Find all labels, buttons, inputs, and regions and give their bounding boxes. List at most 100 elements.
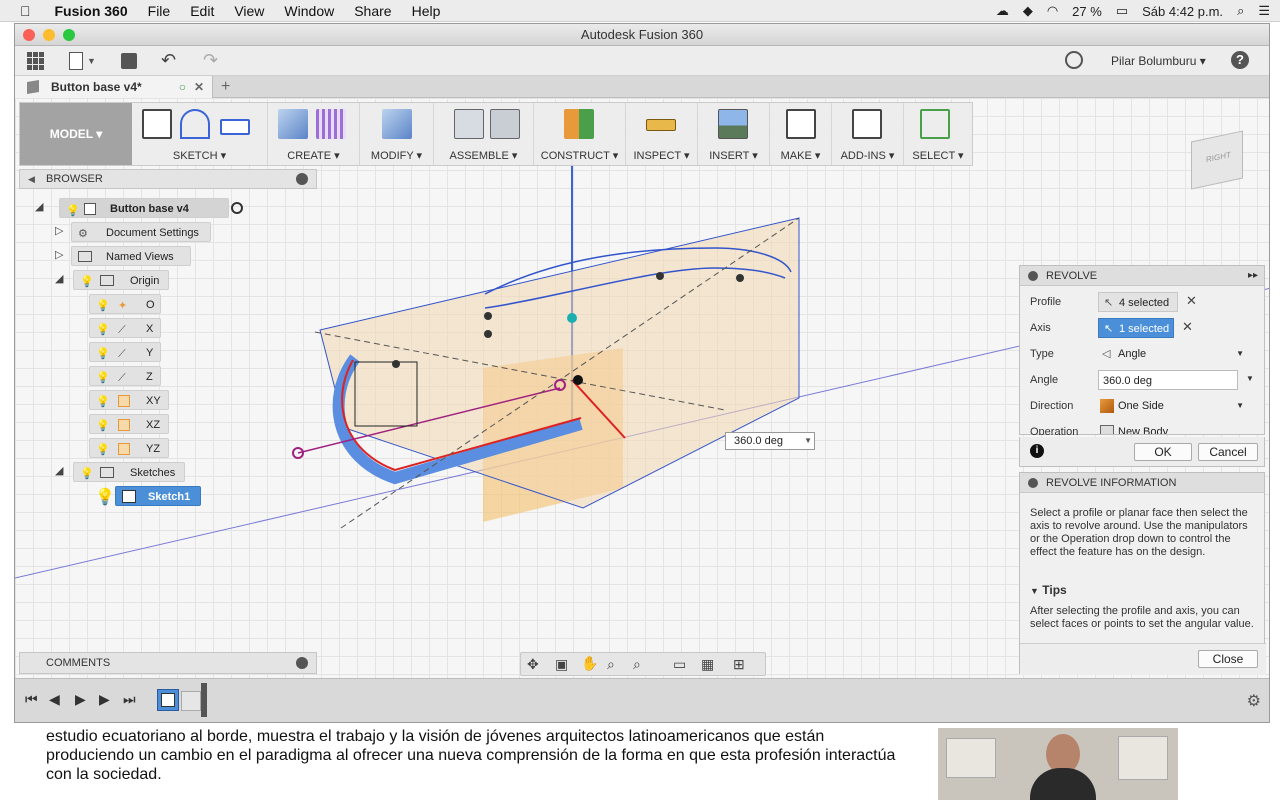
- tips-collapse-icon[interactable]: ▼: [1030, 586, 1039, 596]
- new-tab-icon[interactable]: +: [221, 76, 230, 98]
- offset-plane-icon[interactable]: [564, 109, 594, 139]
- minimize-window-button[interactable]: [43, 29, 55, 41]
- timeline-play-icon[interactable]: ▶: [75, 691, 86, 708]
- addins-group[interactable]: ADD-INS ▾: [832, 103, 904, 165]
- assemble-menu-label[interactable]: ASSEMBLE ▾: [434, 149, 533, 162]
- visibility-bulb-icon[interactable]: 💡: [66, 201, 80, 221]
- menu-window[interactable]: Window: [274, 3, 344, 19]
- create-sketch-icon[interactable]: [142, 109, 172, 139]
- workspace-switcher[interactable]: MODEL ▾: [20, 103, 132, 165]
- visibility-bulb-icon[interactable]: 💡: [96, 368, 110, 388]
- pan-hand-icon[interactable]: ✋: [581, 655, 598, 672]
- collapse-browser-icon[interactable]: ◀: [28, 170, 35, 188]
- yz-plane-node[interactable]: 💡 YZ: [89, 438, 169, 458]
- attached-canvas-icon[interactable]: [718, 109, 748, 139]
- orbit-icon[interactable]: ✥: [527, 656, 539, 673]
- expand-document-settings-icon[interactable]: ▷: [55, 224, 63, 237]
- undo-icon[interactable]: ↶: [161, 50, 176, 71]
- make-menu-label[interactable]: MAKE ▾: [770, 149, 831, 162]
- visibility-bulb-icon[interactable]: 💡: [96, 440, 110, 460]
- user-account-menu[interactable]: Pilar Bolumburu ▾: [1111, 54, 1206, 68]
- timeline-step-forward-icon[interactable]: ▶: [99, 691, 110, 708]
- tips-heading[interactable]: ▼ Tips: [1030, 583, 1067, 597]
- new-component-icon[interactable]: [454, 109, 484, 139]
- menu-edit[interactable]: Edit: [180, 3, 224, 19]
- timeline-go-end-icon[interactable]: ⏭: [123, 691, 136, 708]
- timeline-go-start-icon[interactable]: ⏮: [25, 691, 38, 708]
- sketches-node[interactable]: 💡 Sketches: [73, 462, 185, 482]
- visibility-bulb-icon[interactable]: 💡: [96, 344, 110, 364]
- extrude-icon[interactable]: [278, 109, 308, 139]
- operation-select[interactable]: New Body: [1098, 422, 1248, 434]
- select-menu-label[interactable]: SELECT ▾: [904, 149, 972, 162]
- modify-menu-label[interactable]: MODIFY ▾: [360, 149, 433, 162]
- wifi-icon[interactable]: ◠: [1047, 3, 1058, 19]
- type-dropdown-caret[interactable]: ▼: [1236, 344, 1244, 364]
- dialog-collapse-icon[interactable]: [1028, 271, 1038, 281]
- save-icon[interactable]: [121, 53, 137, 69]
- timeline-marker[interactable]: [201, 683, 207, 717]
- visibility-bulb-icon[interactable]: 💡: [96, 296, 110, 316]
- arc-icon[interactable]: [180, 109, 210, 139]
- create-form-icon[interactable]: [316, 109, 346, 139]
- help-icon[interactable]: ?: [1231, 51, 1249, 69]
- direction-dropdown-caret[interactable]: ▼: [1236, 396, 1244, 416]
- menu-share[interactable]: Share: [344, 3, 401, 19]
- add-comment-icon[interactable]: [296, 657, 308, 669]
- visibility-bulb-icon[interactable]: 💡: [96, 416, 110, 436]
- 3d-print-icon[interactable]: [786, 109, 816, 139]
- browser-panel-header[interactable]: ◀ BROWSER: [19, 169, 317, 189]
- z-axis-node[interactable]: 💡 ⟋ Z: [89, 366, 161, 386]
- angle-manipulator-input[interactable]: 360.0 deg ▼: [725, 432, 815, 450]
- insert-menu-label[interactable]: INSERT ▾: [698, 149, 769, 162]
- dialog-expand-icon[interactable]: ▸▸: [1248, 266, 1258, 286]
- construct-menu-label[interactable]: CONSTRUCT ▾: [534, 149, 625, 162]
- ok-button[interactable]: OK: [1134, 443, 1192, 461]
- visibility-bulb-icon[interactable]: 💡: [96, 320, 110, 340]
- menu-view[interactable]: View: [224, 3, 274, 19]
- grid-settings-icon[interactable]: ▦: [701, 656, 714, 673]
- visibility-bulb-icon[interactable]: 💡: [96, 392, 110, 412]
- press-pull-icon[interactable]: [382, 109, 412, 139]
- angle-input[interactable]: 360.0 deg: [1098, 370, 1238, 390]
- timeline-sketch-feature[interactable]: [157, 689, 179, 711]
- axis-selection[interactable]: ↖ 1 selected: [1098, 318, 1174, 338]
- collapse-sketches-icon[interactable]: ◢: [55, 464, 63, 477]
- data-panel-grid-icon[interactable]: [27, 52, 45, 70]
- document-settings-node[interactable]: ⚙ Document Settings: [71, 222, 211, 242]
- measure-icon[interactable]: [646, 119, 676, 131]
- timeline-step-back-icon[interactable]: ◀: [49, 691, 60, 708]
- make-group[interactable]: MAKE ▾: [770, 103, 832, 165]
- zoom-window-button[interactable]: [63, 29, 75, 41]
- sketch-group[interactable]: SKETCH ▾: [132, 103, 268, 165]
- battery-percent[interactable]: 27 %: [1072, 4, 1102, 19]
- cloud-icon[interactable]: ☁: [996, 3, 1009, 19]
- joint-icon[interactable]: [490, 109, 520, 139]
- collapse-origin-icon[interactable]: ◢: [55, 272, 63, 285]
- modify-group[interactable]: MODIFY ▾: [360, 103, 434, 165]
- clear-profile-icon[interactable]: ✕: [1186, 293, 1197, 309]
- addins-menu-label[interactable]: ADD-INS ▾: [832, 149, 903, 162]
- xy-plane-node[interactable]: 💡 XY: [89, 390, 169, 410]
- assemble-group[interactable]: ASSEMBLE ▾: [434, 103, 534, 165]
- info-collapse-icon[interactable]: [1028, 478, 1038, 488]
- revolve-dialog-header[interactable]: REVOLVE ▸▸: [1020, 266, 1264, 286]
- angle-dropdown-caret[interactable]: ▼: [804, 433, 812, 449]
- revolve-info-header[interactable]: REVOLVE INFORMATION: [1020, 473, 1264, 493]
- direction-select[interactable]: One Side ▼: [1098, 396, 1248, 416]
- display-settings-icon[interactable]: ▭: [673, 656, 686, 673]
- clear-axis-icon[interactable]: ✕: [1182, 319, 1193, 335]
- menu-app-name[interactable]: Fusion 360: [41, 3, 138, 19]
- y-axis-node[interactable]: 💡 ⟋ Y: [89, 342, 161, 362]
- timeline-revolve-feature[interactable]: [181, 691, 201, 711]
- x-axis-node[interactable]: 💡 ⟋ X: [89, 318, 161, 338]
- named-views-node[interactable]: Named Views: [71, 246, 191, 266]
- create-menu-label[interactable]: CREATE ▾: [268, 149, 359, 162]
- angle-dropdown-caret[interactable]: ▼: [1246, 374, 1254, 383]
- redo-icon[interactable]: ↷: [203, 50, 218, 71]
- expand-named-views-icon[interactable]: ▷: [55, 248, 63, 261]
- info-icon[interactable]: i: [1030, 444, 1044, 458]
- notification-center-icon[interactable]: ☰: [1258, 3, 1270, 19]
- inspect-group[interactable]: INSPECT ▾: [626, 103, 698, 165]
- inspect-menu-label[interactable]: INSPECT ▾: [626, 149, 697, 162]
